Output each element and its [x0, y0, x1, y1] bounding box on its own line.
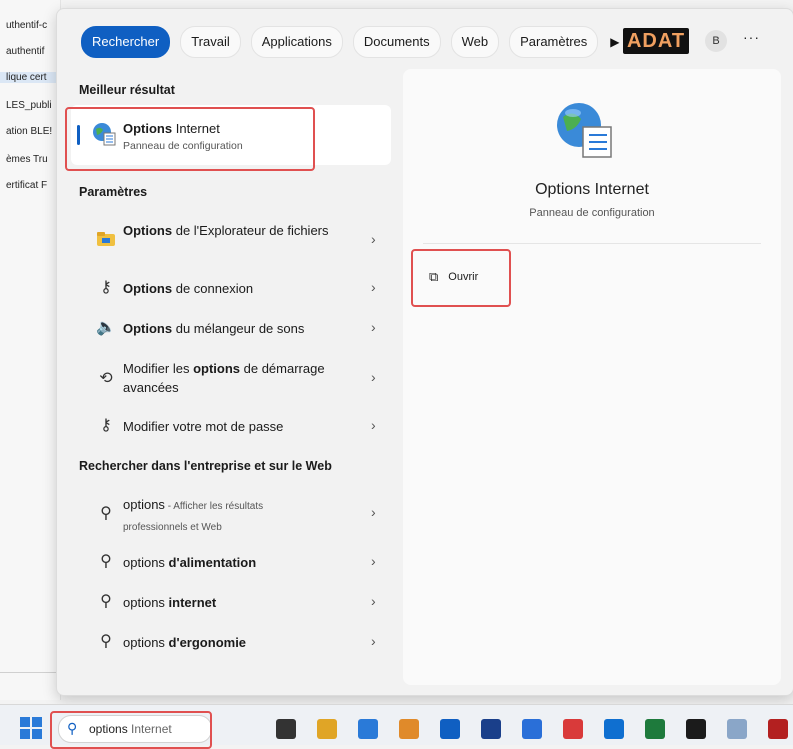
chevron-right-icon: › — [371, 369, 376, 385]
recovery-icon: ⟲ — [99, 370, 113, 387]
setting-label: Options du mélangeur de sons — [123, 321, 305, 336]
tab-parametres[interactable]: Paramètres — [509, 26, 599, 58]
setting-label: Options de connexion — [123, 281, 254, 296]
taskbar-app-icon[interactable] — [481, 719, 501, 739]
tab-rechercher[interactable]: Rechercher — [81, 26, 171, 58]
web-result-label: options internet — [123, 595, 217, 610]
tab-applications[interactable]: Applications — [250, 26, 343, 58]
taskbar-app-icon[interactable] — [563, 719, 583, 739]
divider — [0, 672, 60, 673]
key-icon: ⚷ — [100, 417, 112, 434]
tab-web[interactable]: Web — [450, 26, 500, 58]
chevron-right-icon: › — [371, 231, 376, 247]
best-match-heading: Meilleur résultat — [79, 83, 175, 97]
taskbar: ⚲ options Internet — [0, 704, 793, 749]
bg-file-item: uthentif-c — [6, 20, 48, 31]
setting-label: Modifier votre mot de passe — [123, 419, 284, 434]
taskbar-app-icon[interactable] — [399, 719, 419, 739]
folder-options-icon — [95, 230, 117, 252]
bg-file-item: authentif — [6, 46, 45, 57]
setting-label: Modifier les options de démarrage avancé… — [123, 361, 325, 395]
preview-subtitle: Panneau de configuration — [529, 207, 655, 219]
taskbar-app-icon[interactable] — [727, 719, 747, 739]
chevron-right-icon: › — [371, 553, 376, 569]
setting-item-change-password[interactable]: ⚷ Modifier votre mot de passe › — [81, 409, 387, 443]
speaker-icon: 🔈 — [96, 319, 116, 336]
bg-file-item: lique cert — [0, 72, 60, 83]
chevron-right-icon: › — [371, 593, 376, 609]
setting-item-explorer-options[interactable]: Options de l'Explorateur de fichiers › — [81, 221, 387, 261]
taskbar-app-icon[interactable] — [645, 719, 665, 739]
bg-file-item: ertificat F — [6, 180, 48, 191]
setting-item-sound-mixer[interactable]: 🔈 Options du mélangeur de sons › — [81, 311, 387, 345]
taskbar-app-icon[interactable] — [686, 719, 706, 739]
setting-item-connexion[interactable]: ⚷ Options de connexion › — [81, 271, 387, 305]
chevron-right-icon: › — [371, 504, 376, 520]
avatar[interactable]: B — [705, 30, 727, 52]
taskbar-app-icon[interactable] — [317, 719, 337, 739]
organization-logo: ADAT — [623, 28, 689, 54]
taskbar-app-icon[interactable] — [440, 719, 460, 739]
chevron-right-icon: › — [371, 417, 376, 433]
web-result-ergonomie[interactable]: ⚲ options d'ergonomie › — [81, 627, 387, 657]
start-button[interactable] — [20, 717, 42, 739]
taskbar-app-icon[interactable] — [522, 719, 542, 739]
settings-heading: Paramètres — [79, 185, 148, 199]
web-result-label: options d'ergonomie — [123, 635, 247, 650]
web-result-options[interactable]: ⚲ options - Afficher les résultats profe… — [81, 493, 387, 535]
more-options-icon[interactable]: ··· — [743, 29, 760, 45]
web-result-internet[interactable]: ⚲ options internet › — [81, 587, 387, 617]
search-icon: ⚲ — [100, 633, 112, 650]
bg-file-item: LES_publi — [6, 100, 52, 111]
taskbar-app-icon[interactable] — [604, 719, 624, 739]
highlight-box — [411, 249, 511, 307]
bg-file-item: èmes Tru — [6, 154, 48, 165]
tab-travail[interactable]: Travail — [180, 26, 241, 58]
highlight-box — [50, 711, 212, 749]
search-icon: ⚲ — [100, 553, 112, 570]
internet-options-large-icon — [557, 103, 612, 158]
preview-title: Options Internet — [535, 181, 649, 198]
web-search-heading: Rechercher dans l'entreprise et sur le W… — [79, 459, 332, 473]
tab-documents[interactable]: Documents — [352, 26, 441, 58]
start-search-panel: Rechercher Travail Applications Document… — [56, 8, 793, 696]
chevron-right-icon: › — [371, 279, 376, 295]
more-tabs-arrow-icon[interactable]: ▶ — [610, 35, 619, 49]
taskbar-app-icon[interactable] — [768, 719, 788, 739]
web-result-alimentation[interactable]: ⚲ options d'alimentation › — [81, 547, 387, 577]
web-result-label: options - Afficher les résultats profess… — [123, 497, 264, 533]
key-icon: ⚷ — [100, 279, 112, 296]
bg-file-item: ation BLE! — [6, 126, 53, 137]
chevron-right-icon: › — [371, 633, 376, 649]
highlight-box — [65, 107, 315, 171]
setting-label: Options de l'Explorateur de fichiers — [123, 223, 329, 238]
taskbar-app-icon[interactable] — [276, 719, 296, 739]
chevron-right-icon: › — [371, 319, 376, 335]
search-icon: ⚲ — [100, 593, 112, 610]
search-icon: ⚲ — [100, 505, 112, 522]
search-scope-tabs: Rechercher Travail Applications Document… — [81, 26, 620, 58]
taskbar-app-icon[interactable] — [358, 719, 378, 739]
web-result-label: options d'alimentation — [123, 555, 257, 570]
preview-pane: Options Internet Panneau de configuratio… — [403, 69, 781, 685]
divider — [423, 243, 761, 244]
setting-item-advanced-startup[interactable]: ⟲ Modifier les options de démarrage avan… — [81, 359, 387, 399]
background-file-list: uthentif-c authentif lique cert LES_publ… — [0, 0, 61, 700]
